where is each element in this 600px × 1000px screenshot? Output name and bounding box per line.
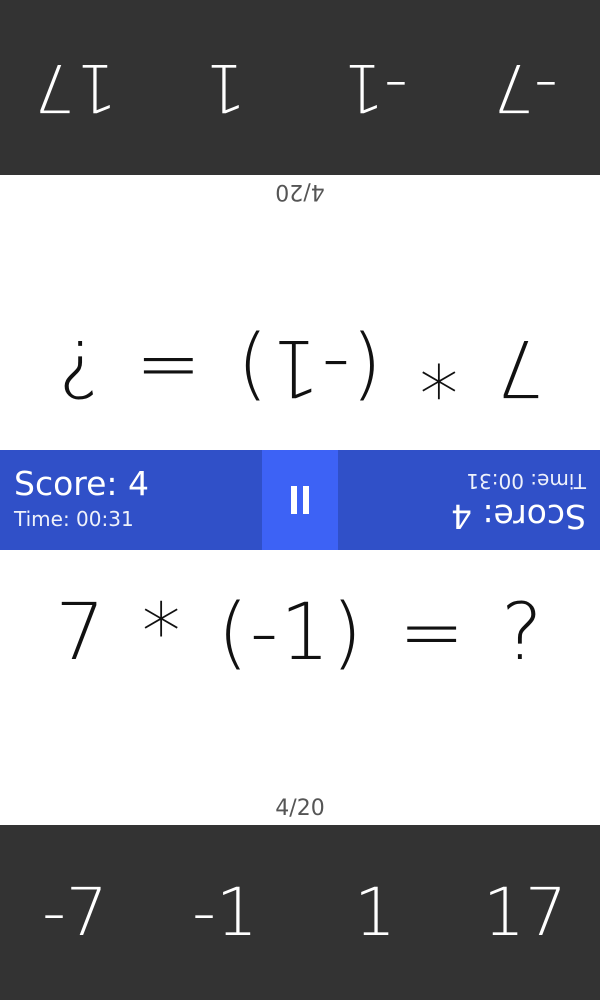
player-score: Score: 4 bbox=[14, 464, 150, 503]
opponent-answer-button-3[interactable]: 1 bbox=[150, 0, 300, 175]
player-progress: 4/20 bbox=[275, 796, 325, 821]
player-time: Time: 00:31 bbox=[14, 507, 134, 531]
opponent-answer-button-2[interactable]: -1 bbox=[300, 0, 450, 175]
opponent-answer-button-1[interactable]: -7 bbox=[450, 0, 600, 175]
player-answer-button-3[interactable]: 1 bbox=[300, 825, 450, 1000]
player-question-area: 7 * (-1) = ? 4/20 bbox=[0, 550, 600, 825]
opponent-score: Score: 4 bbox=[450, 497, 586, 536]
player-answer-button-4[interactable]: 17 bbox=[450, 825, 600, 1000]
opponent-answer-button-4[interactable]: 17 bbox=[0, 0, 150, 175]
pause-icon bbox=[288, 486, 312, 514]
pause-button[interactable] bbox=[262, 450, 338, 550]
player-score-panel: Score: 4 Time: 00:31 bbox=[0, 450, 262, 550]
player-answer-button-1[interactable]: -7 bbox=[0, 825, 150, 1000]
opponent-time: Time: 00:31 bbox=[466, 469, 586, 493]
opponent-score-panel: Score: 4 Time: 00:31 bbox=[338, 450, 600, 550]
opponent-progress: 4/20 bbox=[275, 179, 325, 204]
opponent-answer-bar: -7 -1 1 17 bbox=[0, 0, 600, 175]
player-equation: 7 * (-1) = ? bbox=[55, 588, 545, 678]
player-answer-bar: -7 -1 1 17 bbox=[0, 825, 600, 1000]
player-answer-button-2[interactable]: -1 bbox=[150, 825, 300, 1000]
opponent-equation: 7 * (-1) = ? bbox=[55, 322, 545, 412]
status-bar: Score: 4 Time: 00:31 Score: 4 Time: 00:3… bbox=[0, 450, 600, 550]
opponent-question-area: 7 * (-1) = ? 4/20 bbox=[0, 175, 600, 450]
